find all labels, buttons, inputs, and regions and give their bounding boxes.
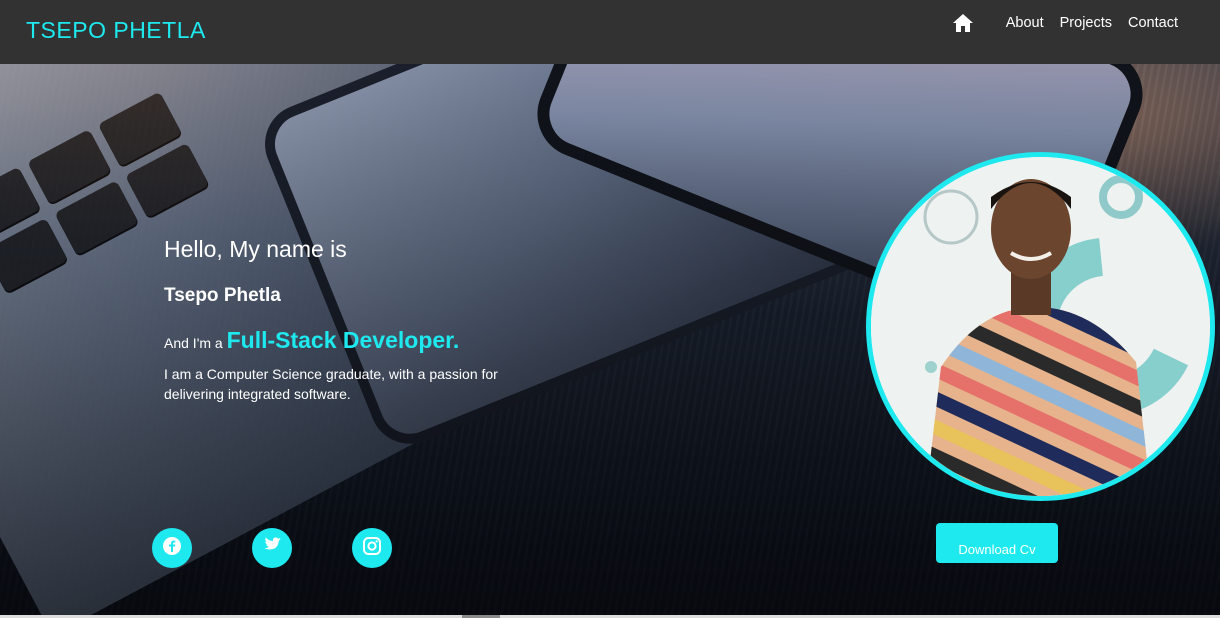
navbar: TSEPO PHETLA About Projects Contact <box>0 0 1220 64</box>
intro-block: Hello, My name is Tsepo Phetla And I'm a… <box>164 236 504 404</box>
greeting-text: Hello, My name is <box>164 236 347 262</box>
nav-link-projects[interactable]: Projects <box>1060 15 1112 31</box>
facebook-icon <box>162 536 182 561</box>
home-icon[interactable] <box>952 13 974 33</box>
instagram-icon <box>362 536 382 561</box>
nav-menu: About Projects Contact <box>952 13 1178 33</box>
twitter-icon <box>262 536 282 559</box>
nav-link-contact[interactable]: Contact <box>1128 15 1178 31</box>
brand-logo[interactable]: TSEPO PHETLA <box>26 17 206 44</box>
role-highlight: Full-Stack Developer. <box>226 327 460 353</box>
hero-description: I am a Computer Science graduate, with a… <box>164 366 498 402</box>
role-prefix: And I'm a <box>164 335 223 351</box>
profile-photo <box>866 152 1215 501</box>
hero-name: Tsepo Phetla <box>164 285 281 306</box>
facebook-button[interactable] <box>152 528 192 568</box>
role-line: And I'm a Full-Stack Developer. <box>164 327 504 354</box>
nav-link-about[interactable]: About <box>1006 15 1044 31</box>
twitter-button[interactable] <box>252 528 292 568</box>
instagram-button[interactable] <box>352 528 392 568</box>
download-cv-button[interactable]: Download Cv <box>936 523 1058 563</box>
